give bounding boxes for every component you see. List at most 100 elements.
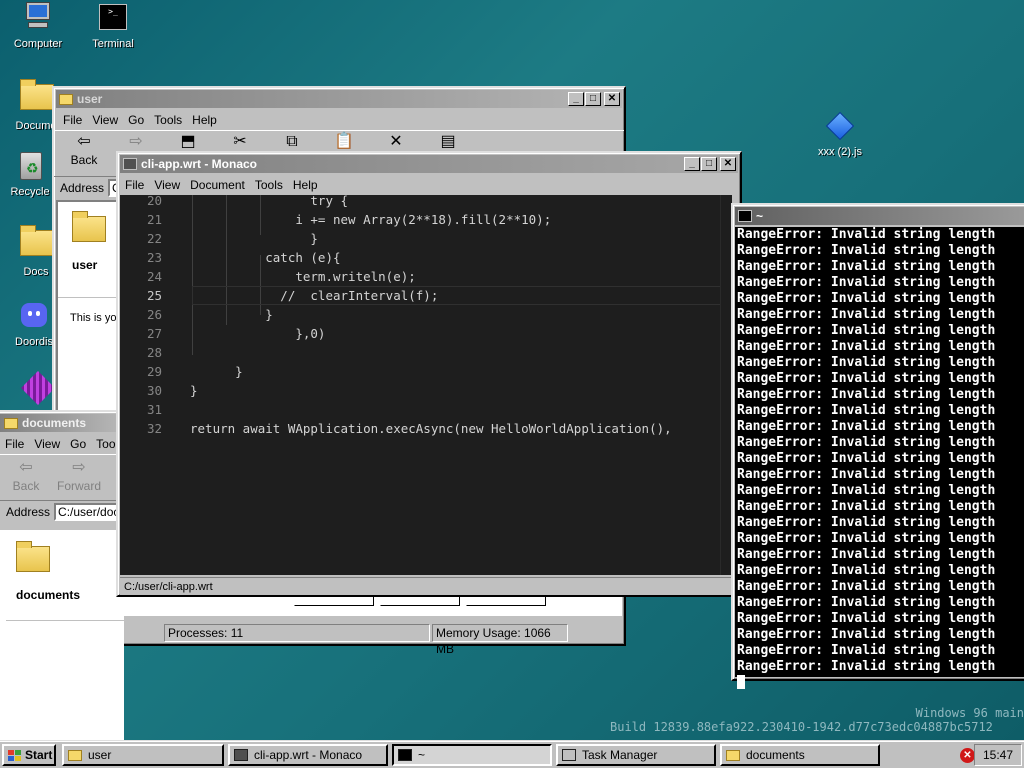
terminal-output[interactable]: RangeError: Invalid string length RangeEr…	[735, 227, 1024, 689]
terminal-line: RangeError: Invalid string length	[737, 627, 996, 642]
editor-menubar: File View Document Tools Help	[118, 175, 740, 195]
tray-error-icon[interactable]: ✕	[960, 748, 975, 763]
line-code: }	[190, 231, 318, 246]
start-button[interactable]: Start	[2, 744, 56, 766]
terminal-line: RangeError: Invalid string length	[737, 291, 996, 306]
menu-tools[interactable]: Tools	[250, 178, 288, 192]
address-input[interactable]: C:/user/docu	[54, 502, 118, 521]
folder-icon	[59, 93, 73, 105]
desktop-icon-xxx-js[interactable]: xxx (2).js	[802, 110, 878, 158]
copy-icon: ⧉	[286, 133, 298, 150]
line-number: 25	[146, 288, 162, 303]
line-code: catch (e){	[190, 250, 341, 265]
menu-view[interactable]: View	[149, 178, 185, 192]
js-file-icon	[824, 110, 856, 142]
terminal-line: RangeError: Invalid string length	[737, 643, 996, 658]
taskbar-item-monaco[interactable]: cli-app.wrt - Monaco	[228, 744, 388, 766]
user-folder-header: user	[58, 202, 122, 298]
menu-file[interactable]: File	[120, 178, 149, 192]
maximize-button[interactable]: □	[701, 157, 717, 171]
code-line: 22 }	[120, 229, 732, 248]
delete-x-icon: ✕	[389, 133, 403, 150]
maximize-button[interactable]: □	[585, 92, 601, 106]
menu-tools[interactable]: Tools	[149, 113, 187, 127]
line-code: }	[190, 364, 243, 379]
terminal-window[interactable]: ~ RangeError: Invalid string length Range…	[731, 203, 1024, 689]
desktop-icon-label: Computer	[13, 38, 63, 50]
terminal-line: RangeError: Invalid string length	[737, 339, 996, 354]
system-tray-clock[interactable]: 15:47	[974, 744, 1022, 766]
line-code: },0)	[190, 326, 326, 341]
taskbar-item-terminal[interactable]: ~	[392, 744, 552, 766]
windows-logo-icon	[8, 749, 21, 761]
documents-window-menubar: File View Go Tools	[0, 434, 124, 454]
menu-view[interactable]: View	[29, 437, 65, 451]
back-button[interactable]: ⇦ Back	[2, 457, 50, 500]
terminal-window-titlebar[interactable]: ~	[735, 207, 1024, 225]
back-button[interactable]: ⇦ Back	[58, 131, 110, 176]
folder-icon	[68, 749, 82, 761]
terminal-line: RangeError: Invalid string length	[737, 259, 996, 274]
line-code: term.writeln(e);	[190, 269, 416, 284]
memory-status: Memory Usage: 1066 MB	[432, 624, 568, 656]
menu-go[interactable]: Go	[65, 437, 91, 451]
terminal-line: RangeError: Invalid string length	[737, 307, 996, 322]
terminal-line: RangeError: Invalid string length	[737, 323, 996, 338]
documents-window[interactable]: documents File View Go Tools ⇦ Back ⇨ Fo…	[0, 410, 132, 740]
menu-file[interactable]: File	[0, 437, 29, 451]
code-line: 20 try {	[120, 195, 732, 210]
folder-icon	[4, 417, 18, 429]
terminal-line: RangeError: Invalid string length	[737, 227, 996, 242]
menu-view[interactable]: View	[87, 113, 123, 127]
code-line: 23 catch (e){	[120, 248, 732, 267]
line-code: // clearInterval(f);	[190, 288, 439, 303]
line-code: }	[190, 307, 273, 322]
editor-statusbar: C:/user/cli-app.wrt	[120, 577, 732, 595]
user-window-titlebar[interactable]: user _ □ ✕	[56, 90, 622, 108]
terminal-line: RangeError: Invalid string length	[737, 243, 996, 258]
terminal-cursor	[737, 675, 745, 689]
menu-help[interactable]: Help	[288, 178, 323, 192]
folder-icon	[20, 79, 54, 116]
terminal-line: RangeError: Invalid string length	[737, 467, 996, 482]
folder-icon	[20, 225, 54, 262]
documents-window-titlebar[interactable]: documents	[0, 414, 116, 432]
editor-window[interactable]: cli-app.wrt - Monaco _ □ ✕ File View Doc…	[116, 151, 742, 597]
code-editor[interactable]: 20 try {21 i += new Array(2**18).fill(2*…	[120, 195, 732, 575]
taskbar-item-task-manager[interactable]: Task Manager	[556, 744, 716, 766]
taskbar-item-documents[interactable]: documents	[720, 744, 880, 766]
editor-window-titlebar[interactable]: cli-app.wrt - Monaco _ □ ✕	[120, 155, 738, 173]
close-button[interactable]: ✕	[720, 157, 736, 171]
task-button-1[interactable]	[294, 596, 374, 606]
menu-document[interactable]: Document	[185, 178, 250, 192]
desktop-icon-computer[interactable]: Computer	[0, 2, 76, 50]
code-line: 32 return await WApplication.execAsync(ne…	[120, 419, 732, 438]
minimize-button[interactable]: _	[684, 157, 700, 171]
desktop-icon-terminal[interactable]: >_ Terminal	[75, 2, 151, 50]
desktop-icon-label: xxx (2).js	[818, 146, 862, 158]
line-number: 26	[146, 307, 162, 322]
task-button-2[interactable]	[380, 596, 460, 606]
paste-icon: 📋	[334, 133, 354, 150]
forward-button[interactable]: ⇨ Forward	[50, 457, 108, 500]
line-number: 31	[146, 402, 162, 417]
code-line: 28	[120, 343, 732, 362]
cube-icon	[20, 371, 55, 405]
folder-icon	[16, 541, 50, 572]
task-button-3[interactable]	[466, 596, 546, 606]
minimize-button[interactable]: _	[568, 92, 584, 106]
documents-address-bar: Address C:/user/docu	[0, 500, 118, 522]
line-number: 30	[146, 383, 162, 398]
menu-help[interactable]: Help	[187, 113, 222, 127]
menu-go[interactable]: Go	[123, 113, 149, 127]
code-line: 27 },0)	[120, 324, 732, 343]
terminal-line: RangeError: Invalid string length	[737, 499, 996, 514]
menu-file[interactable]: File	[58, 113, 87, 127]
line-number: 28	[146, 345, 162, 360]
close-button[interactable]: ✕	[604, 92, 620, 106]
line-number: 24	[146, 269, 162, 284]
terminal-line: RangeError: Invalid string length	[737, 275, 996, 290]
taskbar-item-user[interactable]: user	[62, 744, 224, 766]
recycle-bin-icon: ♻	[14, 150, 46, 182]
documents-folder-view: documents	[0, 530, 132, 740]
